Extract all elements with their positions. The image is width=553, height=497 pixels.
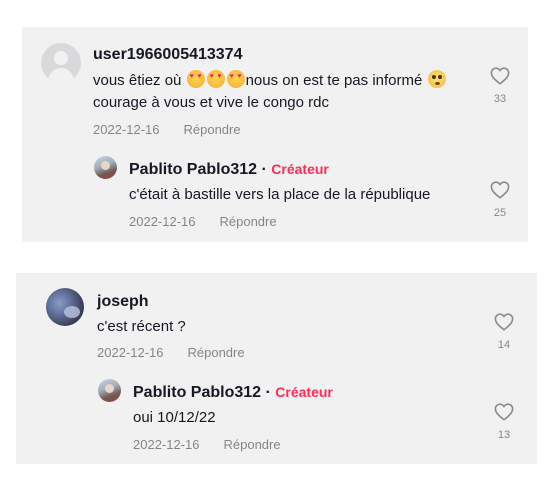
separator: ·: [261, 161, 267, 178]
flushed-face-icon: [427, 70, 446, 88]
creator-badge: Créateur: [271, 161, 329, 177]
like-button[interactable]: 33: [485, 67, 515, 105]
smiling-face-with-hearts-icon: [226, 70, 245, 88]
comment-text-part: vous êtiez où: [93, 72, 186, 89]
reply-meta: 2022-12-16 Répondre: [133, 437, 281, 452]
like-count: 13: [497, 429, 511, 441]
comment-meta: 2022-12-16 Répondre: [97, 345, 245, 360]
like-button[interactable]: 13: [489, 403, 519, 441]
reply-date: 2022-12-16: [133, 437, 200, 452]
comment-text-part: nous on est te pas informé: [245, 72, 427, 89]
comment-username[interactable]: user1966005413374: [93, 46, 242, 64]
smiling-face-with-hearts-icon: [186, 70, 205, 88]
comment-text-line2: courage à vous et vive le congo rdc: [93, 94, 329, 111]
reply-username[interactable]: Pablito Pablo312: [129, 161, 257, 178]
creator-badge: Créateur: [275, 384, 333, 400]
heart-icon: [494, 403, 514, 421]
smiling-face-with-hearts-icon: [206, 70, 225, 88]
like-count: 14: [497, 339, 511, 351]
comment-username[interactable]: joseph: [97, 293, 149, 311]
reply-button[interactable]: Répondre: [188, 345, 245, 360]
like-count: 33: [493, 93, 507, 105]
heart-icon: [490, 67, 510, 85]
comment-date: 2022-12-16: [97, 345, 164, 360]
comment-thread-1: user1966005413374 vous êtiez où nous on …: [22, 27, 528, 242]
reply-date: 2022-12-16: [129, 214, 196, 229]
heart-icon: [494, 313, 514, 331]
reply-button[interactable]: Répondre: [224, 437, 281, 452]
comment-date: 2022-12-16: [93, 122, 160, 137]
reply-meta: 2022-12-16 Répondre: [129, 214, 277, 229]
like-button[interactable]: 25: [485, 181, 515, 219]
avatar-user1966005413374[interactable]: [41, 43, 81, 83]
reply-button[interactable]: Répondre: [220, 214, 277, 229]
reply-header: Pablito Pablo312 · Créateur: [129, 161, 329, 179]
comment-text: c'est récent ?: [97, 318, 186, 335]
default-avatar-icon: [54, 51, 68, 65]
heart-icon: [490, 181, 510, 199]
comment-meta: 2022-12-16 Répondre: [93, 122, 241, 137]
reply-header: Pablito Pablo312 · Créateur: [133, 384, 333, 402]
avatar-pablito-pablo312[interactable]: [94, 156, 117, 179]
separator: ·: [265, 384, 271, 401]
reply-username[interactable]: Pablito Pablo312: [133, 384, 261, 401]
like-count: 25: [493, 207, 507, 219]
reply-text: oui 10/12/22: [133, 409, 216, 426]
comment-text: vous êtiez où nous on est te pas informé: [93, 70, 447, 92]
avatar-pablito-pablo312[interactable]: [98, 379, 121, 402]
comment-thread-2: joseph c'est récent ? 2022-12-16 Répondre…: [16, 273, 537, 464]
reply-text: c'était à bastille vers la place de la r…: [129, 186, 431, 203]
like-button[interactable]: 14: [489, 313, 519, 351]
reply-button[interactable]: Répondre: [184, 122, 241, 137]
avatar-joseph[interactable]: [46, 288, 84, 326]
